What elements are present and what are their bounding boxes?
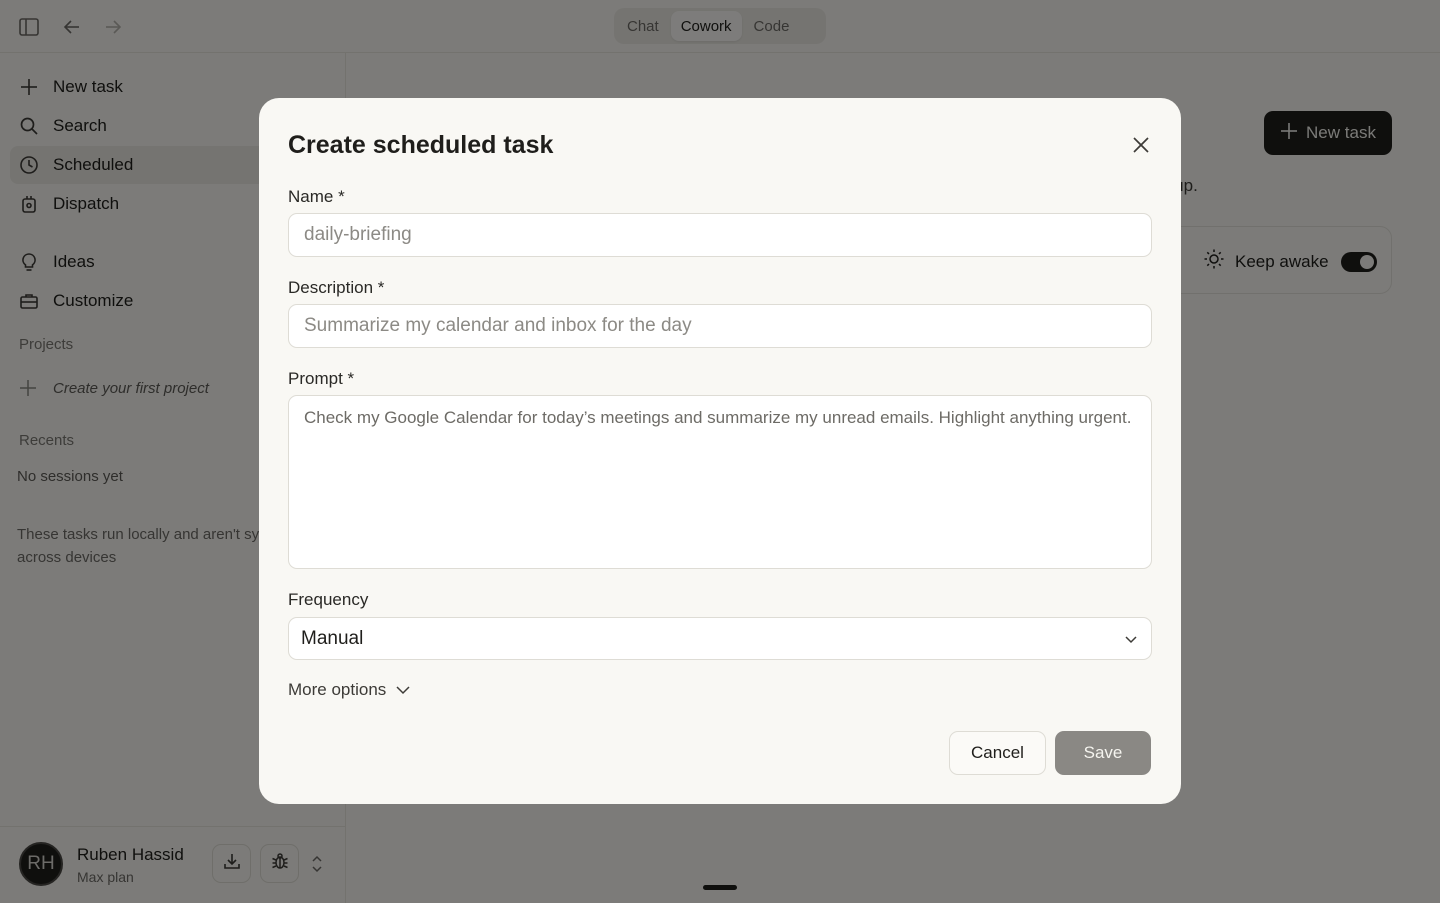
frequency-value: Manual xyxy=(301,627,364,649)
create-scheduled-task-dialog: Create scheduled task Name * daily-brief… xyxy=(259,98,1181,804)
close-icon xyxy=(1132,136,1150,159)
dialog-title: Create scheduled task xyxy=(288,131,554,159)
chevron-down-icon xyxy=(395,682,411,698)
frequency-select[interactable]: Manual xyxy=(288,617,1152,660)
name-input[interactable]: daily-briefing xyxy=(288,213,1152,257)
prompt-label: Prompt * xyxy=(288,369,355,388)
frequency-label: Frequency xyxy=(288,590,369,609)
description-input[interactable]: Summarize my calendar and inbox for the … xyxy=(288,304,1152,348)
description-label: Description * xyxy=(288,278,385,297)
more-options-label: More options xyxy=(288,680,387,699)
cancel-button[interactable]: Cancel xyxy=(949,731,1046,775)
save-button[interactable]: Save xyxy=(1055,731,1151,775)
chevron-down-icon xyxy=(1123,631,1139,647)
close-button[interactable] xyxy=(1129,135,1153,159)
name-label: Name * xyxy=(288,187,345,206)
more-options-toggle[interactable]: More options xyxy=(288,680,411,700)
prompt-textarea[interactable]: Check my Google Calendar for today’s mee… xyxy=(288,395,1152,569)
